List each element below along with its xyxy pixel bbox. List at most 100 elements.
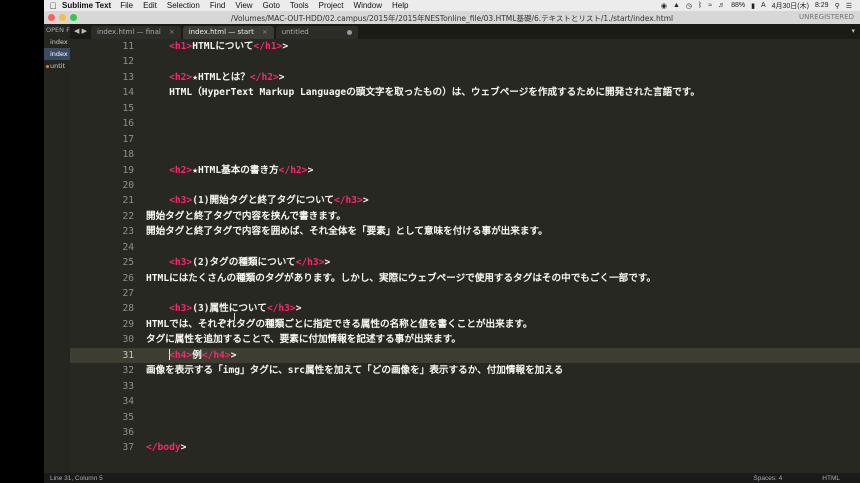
menu-view[interactable]: View — [235, 1, 252, 10]
html-tag-token: </h4> — [201, 349, 231, 361]
menu-project[interactable]: Project — [319, 1, 344, 10]
code-line[interactable]: 23 開始タグと終了タグで内容を囲めば、それ全体を「要素」として意味を付ける事が出… — [70, 224, 860, 239]
menu-window[interactable]: Window — [354, 1, 382, 10]
html-tag-token: <h4> — [169, 349, 193, 361]
menu-file[interactable]: File — [120, 1, 133, 10]
text-token: 例 — [192, 349, 202, 361]
time-machine-icon[interactable]: ◷ — [686, 2, 692, 10]
tab-label: index.html — final — [97, 28, 161, 36]
code-line[interactable]: 35 — [70, 410, 860, 425]
code-line[interactable]: 14 HTML（HyperText Markup Languageの頭文字を取っ… — [70, 85, 860, 100]
code-line[interactable]: 17 — [70, 132, 860, 147]
menu-edit[interactable]: Edit — [143, 1, 157, 10]
wifi-icon[interactable]: ≈ — [708, 2, 712, 9]
code-line[interactable]: 11 <h1>HTMLについて</h1>> — [70, 39, 860, 54]
line-number: 11 — [122, 41, 134, 52]
code-line[interactable]: 32 画像を表示する「img」タグに、src属性を加えて「どの画像を」表示するか、… — [70, 363, 860, 378]
tab-untitled[interactable]: untitled — [275, 26, 358, 39]
battery-percent[interactable]: 88% — [731, 2, 745, 9]
code-line[interactable]: 34 — [70, 394, 860, 409]
sidebar-header: OPEN FILES — [46, 26, 70, 34]
code-editor[interactable]: 11 <h1>HTMLについて</h1>> 12 13 <h2>★HTMLとは？</… — [70, 39, 860, 473]
code-line[interactable]: 31 <h4>例</h4>> — [70, 347, 860, 364]
code-line[interactable]: 18 — [70, 147, 860, 162]
indentation-setting[interactable]: Spaces: 4 — [753, 475, 782, 482]
sidebar-file-untitled[interactable]: untit — [44, 60, 70, 72]
html-tag-token: </h2> — [278, 164, 308, 176]
status-menus: ◉ ▲ ◷ ᛒ ≈ ♬ 88% ▮ A 4月30日(木) 8:29 ⚲ ☰ — [661, 1, 860, 11]
tab-nav-arrows-icon[interactable]: ◀ ▶ — [70, 27, 91, 39]
cursor-position: Line 31, Column 5 — [50, 474, 103, 482]
text-token: 開始タグと終了タグで内容を挟んで書きます。 — [146, 210, 347, 222]
code-line[interactable]: 29 HTMLでは、それぞれタグの種類ごとに指定できる属性の名称と値を書くことが出… — [70, 317, 860, 332]
bluetooth-icon[interactable]: ᛒ — [698, 2, 702, 9]
line-code: HTMLでは、それぞれタグの種類ごとに指定できる属性の名称と値を書くことが出来ま… — [146, 317, 533, 332]
html-tag-token: <h3> — [169, 303, 193, 315]
tab-modified-icon[interactable] — [346, 30, 352, 35]
dropbox-icon[interactable]: ▲ — [673, 2, 680, 9]
tab-close-icon[interactable]: × — [169, 26, 175, 39]
text-token: HTMLについて — [192, 41, 254, 52]
html-tag-token: <h3> — [169, 257, 193, 269]
text-token: ★HTMLとは？ — [192, 71, 250, 83]
syntax-mode[interactable]: HTML — [822, 475, 840, 482]
menu-tools[interactable]: Tools — [290, 1, 309, 10]
line-number: 17 — [122, 133, 134, 145]
menu-find[interactable]: Find — [210, 1, 226, 10]
code-line[interactable]: 22 開始タグと終了タグで内容を挟んで書きます。 — [70, 209, 860, 224]
line-number: 12 — [122, 56, 134, 68]
sidebar-file-label: untit — [50, 62, 66, 70]
code-line[interactable]: 24 — [70, 240, 860, 255]
record-icon[interactable]: ◉ — [661, 2, 667, 10]
code-line[interactable]: 20 — [70, 178, 860, 193]
sidebar-file-selected[interactable]: index — [44, 48, 70, 60]
volume-icon[interactable]: ♬ — [718, 2, 725, 9]
code-line[interactable]: 28 <h3>(3)属性について</h3>> — [70, 301, 860, 316]
tab-close-icon[interactable]: × — [262, 26, 268, 39]
code-line[interactable]: 36 — [70, 425, 860, 440]
code-line[interactable]: 26 HTMLにはたくさんの種類のタグがあります。しかし、実際にウェブページで使用… — [70, 271, 860, 286]
line-number: 19 — [122, 164, 134, 176]
line-number: 21 — [122, 195, 134, 207]
menu-goto[interactable]: Goto — [263, 1, 280, 10]
line-code: <h4>例</h4>> — [146, 348, 236, 363]
sidebar-file[interactable]: index — [44, 36, 70, 48]
text-token: > — [362, 195, 369, 207]
notification-center-icon[interactable]: ☰ — [846, 2, 852, 10]
line-number: 14 — [122, 87, 134, 99]
menu-selection[interactable]: Selection — [167, 1, 200, 10]
menu-help[interactable]: Help — [392, 1, 408, 10]
line-code: <h3>(2)タグの種類について</h3>> — [146, 255, 330, 270]
tab-overflow-icon[interactable]: ▾ — [851, 27, 860, 39]
code-line[interactable]: 37 </body> — [70, 440, 860, 455]
code-line[interactable]: 25 <h3>(2)タグの種類について</h3>> — [70, 255, 860, 270]
menu-app-name[interactable]: Sublime Text — [62, 1, 111, 10]
code-line[interactable]: 19 <h2>★HTML基本の書き方</h2>> — [70, 163, 860, 178]
line-code: 開始タグと終了タグで内容を囲めば、それ全体を「要素」として意味を付ける事が出来ま… — [146, 224, 548, 239]
code-line[interactable]: 27 — [70, 286, 860, 301]
text-token: > — [180, 442, 187, 454]
tab-label: untitled — [281, 28, 309, 36]
tab-index-final[interactable]: index.html — final × — [91, 26, 181, 39]
line-code: <h3>(1)開始タグと終了タグについて</h3>> — [146, 193, 369, 208]
code-line[interactable]: 30 タグに属性を追加することで、要素に付加情報を記述する事が出来ます。 — [70, 332, 860, 347]
battery-icon[interactable]: ▮ — [751, 2, 755, 10]
code-line[interactable]: 21 <h3>(1)開始タグと終了タグについて</h3>> — [70, 193, 860, 208]
line-code: </body> — [146, 440, 186, 455]
code-line[interactable]: 13 <h2>★HTMLとは？</h2>> — [70, 70, 860, 85]
menu-date[interactable]: 4月30日(木) — [772, 1, 809, 11]
text-token: > — [324, 257, 331, 269]
menu-time[interactable]: 8:29 — [815, 2, 829, 9]
tab-index-start[interactable]: index.html — start × — [182, 26, 274, 39]
code-line[interactable]: 33 — [70, 379, 860, 394]
code-line[interactable]: 15 — [70, 101, 860, 116]
spotlight-icon[interactable]: ⚲ — [835, 2, 840, 10]
line-number: 16 — [122, 118, 134, 130]
apple-icon[interactable]:  — [44, 1, 62, 11]
line-code: <h1>HTMLについて</h1>> — [146, 39, 288, 54]
code-line[interactable]: 12 — [70, 54, 860, 69]
code-line[interactable]: 16 — [70, 116, 860, 131]
input-source-icon[interactable]: A — [761, 2, 766, 9]
